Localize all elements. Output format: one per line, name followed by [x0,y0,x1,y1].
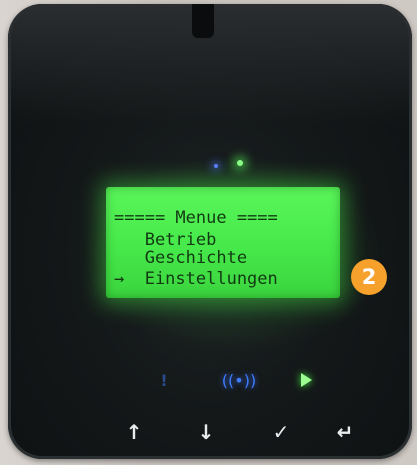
up-button[interactable]: ↑ [119,417,149,447]
return-icon: ↵ [336,420,354,444]
menu-item-geschichte[interactable]: Geschichte [114,250,247,267]
alert-icon: ! [160,370,168,390]
green-led-indicator [237,160,243,166]
arrow-down-icon: ↓ [197,420,215,444]
lcd-menu-screen: ===== Menue ==== Betrieb Geschichte → Ei… [106,187,340,298]
confirm-button[interactable]: ✓ [266,417,296,447]
check-icon: ✓ [272,420,290,444]
blue-led-indicator [214,164,218,168]
controller-device: ===== Menue ==== Betrieb Geschichte → Ei… [8,4,412,459]
cable [192,4,214,38]
menu-item-betrieb[interactable]: Betrieb [114,232,217,249]
back-button[interactable]: ↵ [330,417,360,447]
menu-item-einstellungen[interactable]: → Einstellungen [114,271,278,288]
wifi-icon: ((•)) [221,370,257,390]
play-icon [295,368,317,392]
arrow-up-icon: ↑ [125,420,143,444]
down-button[interactable]: ↓ [191,417,221,447]
step-number-badge: 2 [351,259,387,295]
menu-title: ===== Menue ==== [114,208,278,228]
